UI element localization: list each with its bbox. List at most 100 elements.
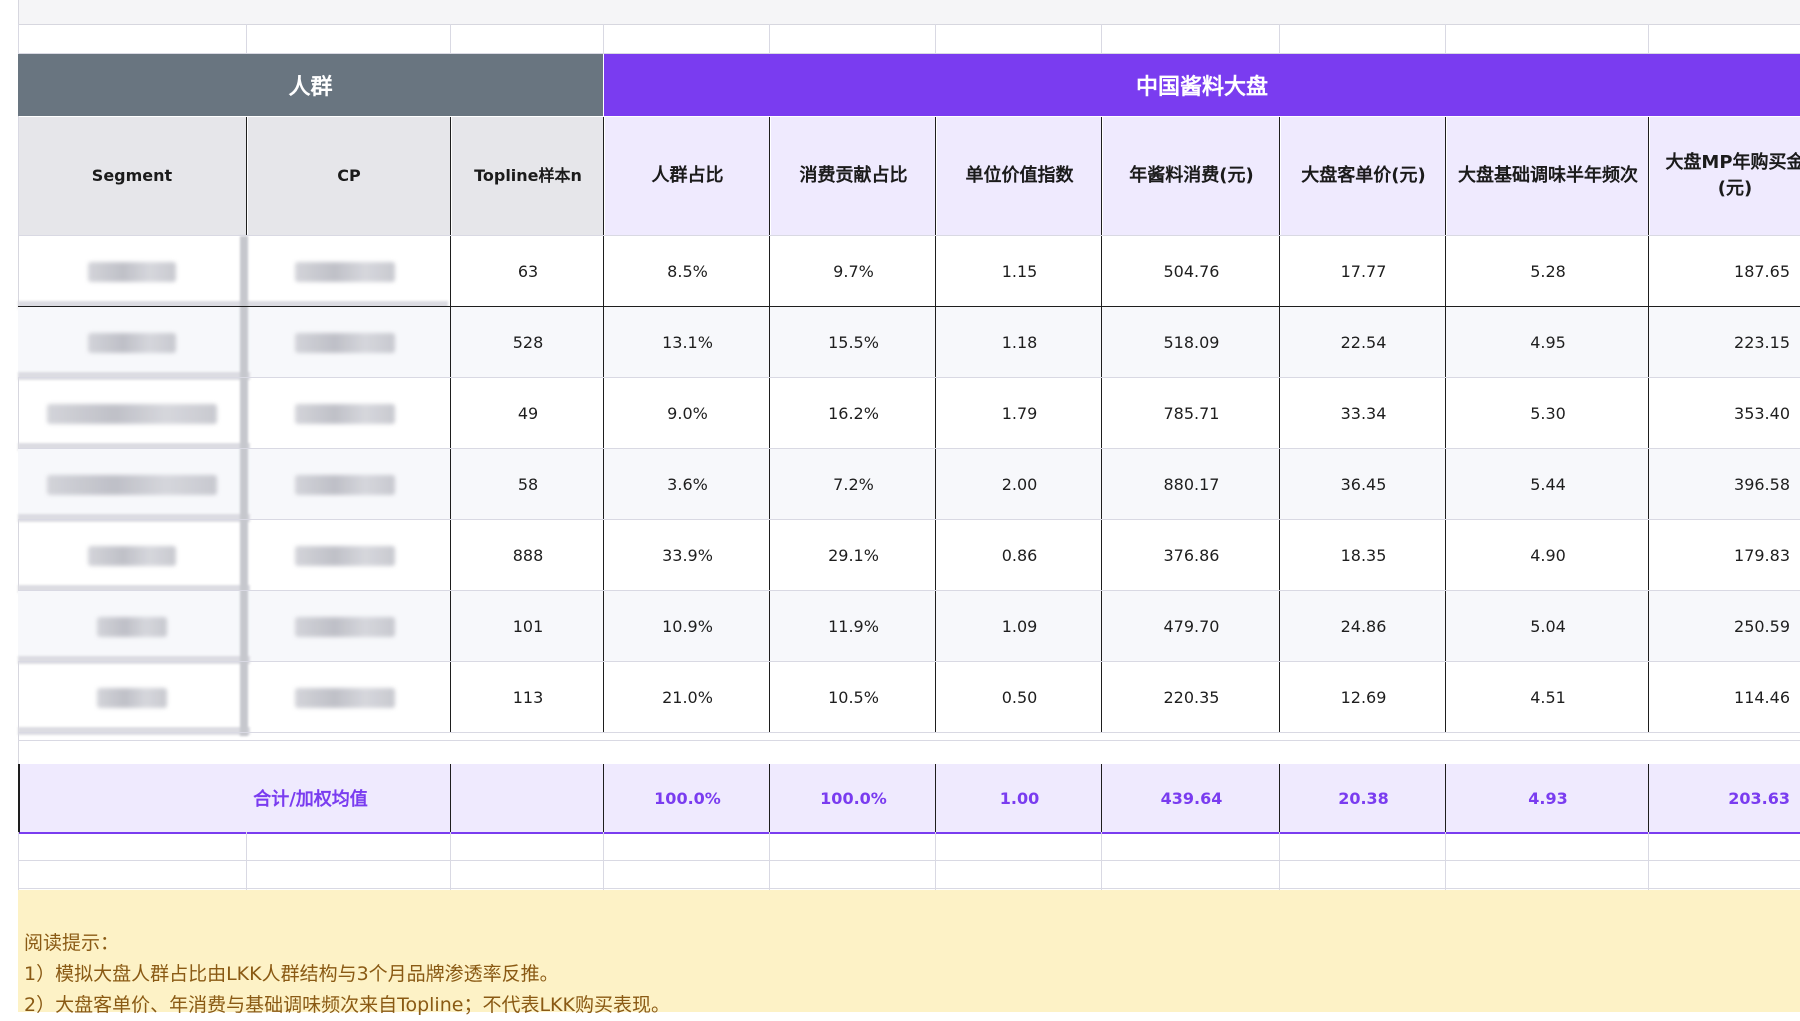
col-header-avg-price: 大盘客单价(元) — [1281, 117, 1446, 235]
cell-pop-share[interactable]: 21.0% — [605, 662, 770, 733]
cell-mp-annual-amount[interactable]: 187.65 — [1650, 236, 1800, 307]
total-spend-share[interactable]: 100.0% — [771, 764, 936, 832]
cell-annual-spend[interactable]: 376.86 — [1103, 520, 1280, 591]
grid-line — [1648, 832, 1649, 890]
grid-line — [246, 24, 247, 54]
cell-spend-share[interactable]: 29.1% — [771, 520, 936, 591]
cell-pop-share[interactable]: 33.9% — [605, 520, 770, 591]
note-line-2: 2）大盘客单价、年消费与基础调味频次来自Topline；不代表LKK购买表现。 — [24, 994, 670, 1016]
cp-cell-redacted[interactable] — [295, 262, 395, 282]
cell-topline-n[interactable]: 49 — [452, 378, 604, 449]
spreadsheet[interactable]: 人群 中国酱料大盘 Segment CP Topline样本n 人群占比 消费贡… — [0, 0, 1800, 1016]
total-label: 合计/加权均值 — [253, 789, 368, 810]
cell-base-freq[interactable]: 5.04 — [1447, 591, 1649, 662]
total-mp-annual-amount[interactable]: 203.63 — [1650, 764, 1800, 832]
grid-line — [450, 832, 451, 890]
cell-topline-n[interactable]: 58 — [452, 449, 604, 520]
cell-spend-share[interactable]: 10.5% — [771, 662, 936, 733]
cell-unit-value-index[interactable]: 1.79 — [937, 378, 1102, 449]
cell-mp-annual-amount[interactable]: 223.15 — [1650, 307, 1800, 378]
cell-mp-annual-amount[interactable]: 396.58 — [1650, 449, 1800, 520]
cell-unit-value-index[interactable]: 0.50 — [937, 662, 1102, 733]
grid-line — [603, 117, 604, 733]
col-header-spend-share: 消费贡献占比 — [771, 117, 936, 235]
grid-line — [769, 117, 770, 733]
cell-avg-price[interactable]: 17.77 — [1281, 236, 1446, 307]
cell-annual-spend[interactable]: 220.35 — [1103, 662, 1280, 733]
grid-line — [1648, 24, 1649, 54]
cell-topline-n[interactable]: 63 — [452, 236, 604, 307]
grid-line — [935, 832, 936, 890]
cell-mp-annual-amount[interactable]: 179.83 — [1650, 520, 1800, 591]
cell-base-freq[interactable]: 4.51 — [1447, 662, 1649, 733]
cell-avg-price[interactable]: 18.35 — [1281, 520, 1446, 591]
segment-cell-redacted[interactable] — [88, 546, 176, 566]
cell-topline-n[interactable]: 888 — [452, 520, 604, 591]
cell-spend-share[interactable]: 11.9% — [771, 591, 936, 662]
cell-mp-annual-amount[interactable]: 353.40 — [1650, 378, 1800, 449]
cell-annual-spend[interactable]: 880.17 — [1103, 449, 1280, 520]
col-header-unit-value-index: 单位价值指数 — [937, 117, 1102, 235]
segment-cell-redacted[interactable] — [97, 617, 167, 637]
cp-cell-redacted[interactable] — [295, 333, 395, 353]
cp-cell-redacted[interactable] — [295, 688, 395, 708]
cell-topline-n[interactable]: 101 — [452, 591, 604, 662]
grid-line — [18, 732, 1800, 733]
cell-base-freq[interactable]: 5.44 — [1447, 449, 1649, 520]
cell-pop-share[interactable]: 10.9% — [605, 591, 770, 662]
cell-pop-share[interactable]: 8.5% — [605, 236, 770, 307]
cell-base-freq[interactable]: 5.30 — [1447, 378, 1649, 449]
cell-unit-value-index[interactable]: 1.18 — [937, 307, 1102, 378]
cell-mp-annual-amount[interactable]: 250.59 — [1650, 591, 1800, 662]
cell-pop-share[interactable]: 13.1% — [605, 307, 770, 378]
total-pop-share[interactable]: 100.0% — [605, 764, 770, 832]
cell-annual-spend[interactable]: 504.76 — [1103, 236, 1280, 307]
cell-avg-price[interactable]: 33.34 — [1281, 378, 1446, 449]
cell-mp-annual-amount[interactable]: 114.46 — [1650, 662, 1800, 733]
grid-line — [246, 832, 247, 890]
cell-pop-share[interactable]: 3.6% — [605, 449, 770, 520]
segment-cell-redacted[interactable] — [97, 688, 167, 708]
cell-base-freq[interactable]: 4.90 — [1447, 520, 1649, 591]
cell-avg-price[interactable]: 12.69 — [1281, 662, 1446, 733]
cell-avg-price[interactable]: 24.86 — [1281, 591, 1446, 662]
total-unit-value-index[interactable]: 1.00 — [937, 764, 1102, 832]
cell-avg-price[interactable]: 36.45 — [1281, 449, 1446, 520]
segment-cell-redacted[interactable] — [47, 475, 217, 495]
grid-line — [450, 24, 451, 54]
cell-annual-spend[interactable]: 479.70 — [1103, 591, 1280, 662]
cell-spend-share[interactable]: 15.5% — [771, 307, 936, 378]
cell-spend-share[interactable]: 7.2% — [771, 449, 936, 520]
grid-line — [18, 519, 1800, 520]
redaction-bar — [18, 514, 250, 522]
segment-cell-redacted[interactable] — [88, 333, 176, 353]
total-avg-price[interactable]: 20.38 — [1281, 764, 1446, 832]
cell-unit-value-index[interactable]: 0.86 — [937, 520, 1102, 591]
cell-topline-n[interactable]: 113 — [452, 662, 604, 733]
total-annual-spend[interactable]: 439.64 — [1103, 764, 1280, 832]
cell-base-freq[interactable]: 4.95 — [1447, 307, 1649, 378]
cell-avg-price[interactable]: 22.54 — [1281, 307, 1446, 378]
cell-annual-spend[interactable]: 518.09 — [1103, 307, 1280, 378]
note-line-1: 1）模拟大盘人群占比由LKK人群结构与3个月品牌渗透率反推。 — [24, 963, 559, 985]
cell-topline-n[interactable]: 528 — [452, 307, 604, 378]
cp-cell-redacted[interactable] — [295, 546, 395, 566]
cp-cell-redacted[interactable] — [295, 617, 395, 637]
col-header-annual-spend: 年酱料消费(元) — [1103, 117, 1280, 235]
cp-cell-redacted[interactable] — [295, 404, 395, 424]
total-base-freq[interactable]: 4.93 — [1447, 764, 1649, 832]
segment-cell-redacted[interactable] — [88, 262, 176, 282]
group-header-people: 人群 — [18, 54, 603, 116]
cell-unit-value-index[interactable]: 2.00 — [937, 449, 1102, 520]
cell-spend-share[interactable]: 16.2% — [771, 378, 936, 449]
grid-line — [1445, 832, 1446, 890]
segment-cell-redacted[interactable] — [47, 404, 217, 424]
cell-unit-value-index[interactable]: 1.15 — [937, 236, 1102, 307]
cell-annual-spend[interactable]: 785.71 — [1103, 378, 1280, 449]
cp-cell-redacted[interactable] — [295, 475, 395, 495]
cell-base-freq[interactable]: 5.28 — [1447, 236, 1649, 307]
cell-spend-share[interactable]: 9.7% — [771, 236, 936, 307]
cell-pop-share[interactable]: 9.0% — [605, 378, 770, 449]
grid-line — [1445, 764, 1446, 832]
cell-unit-value-index[interactable]: 1.09 — [937, 591, 1102, 662]
